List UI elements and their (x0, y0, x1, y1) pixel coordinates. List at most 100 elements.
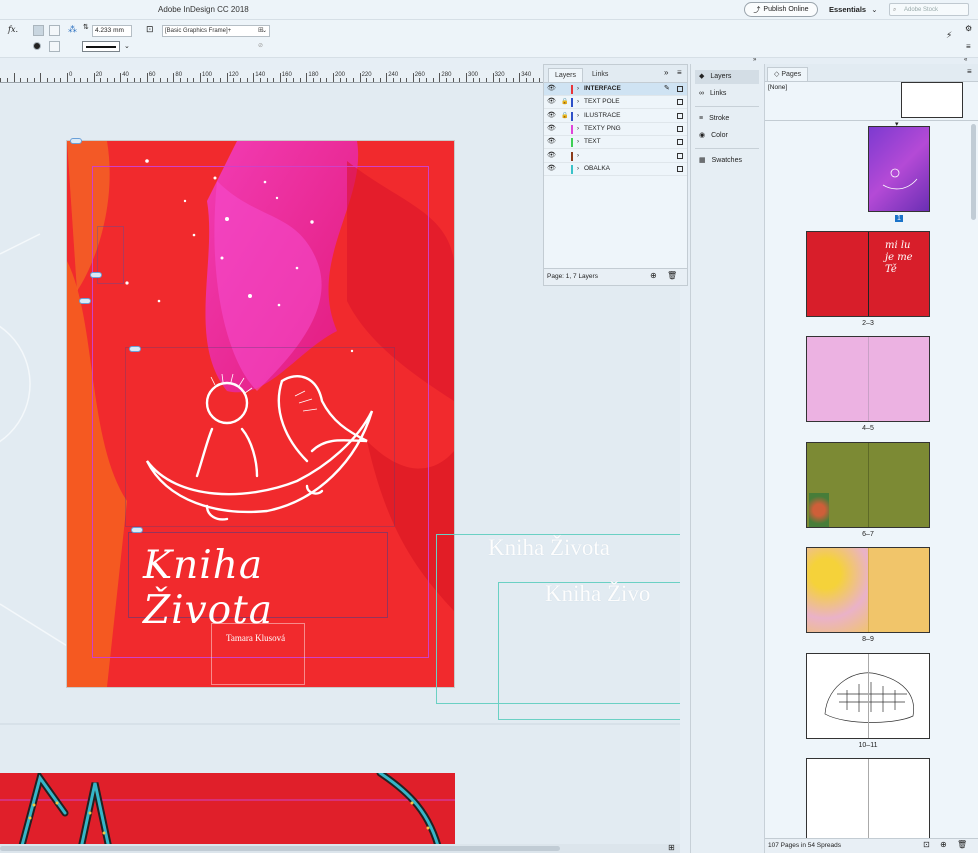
cover-title-frame[interactable]: Kniha Života (128, 532, 388, 633)
master-none-label[interactable]: [None] (768, 84, 787, 91)
master-thumbnail[interactable] (901, 82, 963, 118)
spread-thumbnail-12-13[interactable] (806, 758, 930, 838)
dock-item-stroke[interactable]: ≡ Stroke (695, 112, 759, 126)
cover-author-frame[interactable]: Tamara Klusová (211, 623, 305, 685)
expand-chevron-icon[interactable]: › (577, 123, 579, 135)
scroll-thumb[interactable] (971, 124, 976, 220)
spread-thumbnail-6-7[interactable] (806, 442, 930, 528)
chain-link-icon[interactable] (129, 346, 141, 352)
stroke-weight-field[interactable]: 4.233 mm (92, 25, 132, 37)
spread-label-2-3[interactable]: 2–3 (806, 320, 930, 327)
eye-icon[interactable]: 👁 (547, 150, 556, 162)
gear-icon[interactable]: ⚙ (965, 24, 972, 33)
spread-label-4-5[interactable]: 4–5 (806, 425, 930, 432)
spread-label-10-11[interactable]: 10–11 (806, 742, 930, 749)
object-style-select[interactable]: [Basic Graphics Frame]+ ⌄ (162, 25, 270, 37)
workspace-switcher[interactable]: Essentials ⌄ (829, 5, 878, 14)
chain-link-icon[interactable] (79, 298, 91, 304)
expand-chevron-icon[interactable]: › (577, 83, 579, 95)
eye-icon[interactable]: 👁 (547, 163, 556, 175)
collapse-panel-icon[interactable]: » (664, 68, 668, 77)
spread-thumbnail-4-5[interactable] (806, 336, 930, 422)
chain-link-icon[interactable] (131, 527, 143, 533)
spread-thumbnail-8-9[interactable] (806, 547, 930, 633)
spread-label-8-9[interactable]: 8–9 (806, 636, 930, 643)
lightning-icon[interactable]: ⚡ (946, 30, 952, 41)
eye-icon[interactable]: 👁 (547, 136, 556, 148)
layer-row[interactable]: 👁 › INTERFACE ✎ (544, 83, 687, 96)
stroke-type-select[interactable] (82, 41, 120, 52)
pasteboard-text-frame-2[interactable]: Kniha Živo (498, 581, 680, 720)
cover-page[interactable]: Kniha Života Tamara Klusová (67, 141, 454, 687)
tab-pages[interactable]: ◇ Pages (767, 67, 809, 81)
page-label-1[interactable]: 1 (895, 215, 903, 222)
layer-row[interactable]: 👁 › TEXTY PNG (544, 123, 687, 136)
horizontal-ruler[interactable]: 0 20 40 60 80 100 120 140 160 180 200 220 240 260 280 3… (0, 70, 545, 83)
style-clear-icon[interactable]: ⊘ (258, 42, 263, 49)
next-spread[interactable] (0, 773, 455, 853)
target-box[interactable] (677, 125, 683, 132)
collapse-dock-icon[interactable]: » (753, 57, 756, 63)
stroke-box[interactable] (49, 41, 60, 52)
dock-item-color[interactable]: ◉ Color (695, 129, 759, 143)
layer-row[interactable]: 👁 › (544, 150, 687, 163)
spread-thumbnail-2-3[interactable]: mi lu je me Tě (806, 231, 930, 317)
lock-icon[interactable]: 🔒 (561, 110, 568, 122)
spread-thumbnail-10-11[interactable] (806, 653, 930, 739)
dock-item-swatches[interactable]: ▦ Swatches (695, 154, 759, 168)
eye-icon[interactable]: 👁 (547, 110, 556, 122)
eye-icon[interactable]: 👁 (547, 123, 556, 135)
target-box[interactable] (677, 139, 683, 146)
layer-row[interactable]: 👁 🔒 › ILUSTRACE (544, 110, 687, 123)
align-center-button[interactable] (49, 25, 60, 36)
expand-chevron-icon[interactable]: › (577, 150, 579, 162)
dock-item-layers[interactable]: ◆ Layers (695, 70, 759, 84)
new-page-icon[interactable]: ⊕ (940, 840, 947, 849)
fx-icon[interactable]: fx. (8, 25, 18, 34)
target-box[interactable] (677, 165, 683, 172)
style-options-icon[interactable]: ⊞ (258, 26, 264, 34)
fill-box[interactable] (33, 42, 41, 50)
target-box[interactable] (677, 99, 683, 106)
eye-icon[interactable]: 👁 (547, 96, 556, 108)
expand-chevron-icon[interactable]: › (577, 96, 579, 108)
panel-menu-icon[interactable]: ≡ (677, 68, 682, 77)
trash-icon[interactable]: 🗑 (957, 840, 967, 849)
target-box[interactable] (677, 152, 683, 159)
tab-layers[interactable]: Layers (548, 68, 584, 82)
stepper-icon[interactable]: ⇅ (83, 23, 89, 31)
collapse-pages-icon[interactable]: « (964, 57, 967, 63)
trash-icon[interactable]: 🗑 (667, 271, 677, 280)
layer-row[interactable]: 👁 › OBALKA (544, 163, 687, 176)
page-size-icon[interactable]: ⊡ (923, 840, 930, 849)
expand-chevron-icon[interactable]: › (577, 136, 579, 148)
layer-row[interactable]: 👁 🔒 › TEXT POLE (544, 96, 687, 110)
chain-link-icon[interactable] (90, 272, 102, 278)
frame-icon[interactable]: ⊡ (146, 24, 154, 35)
expand-chevron-icon[interactable]: › (577, 110, 579, 122)
horizontal-scrollbar[interactable]: ⊞ (0, 843, 680, 853)
chevron-down-icon[interactable]: ⌄ (124, 42, 130, 50)
eye-icon[interactable]: 👁 (547, 83, 556, 95)
align-left-button[interactable] (33, 25, 44, 36)
target-box[interactable] (677, 86, 683, 92)
layer-row[interactable]: 👁 › TEXT (544, 136, 687, 150)
chain-link-icon[interactable] (70, 138, 82, 144)
expand-chevron-icon[interactable]: › (577, 163, 579, 175)
stock-search-input[interactable]: ⌕ Adobe Stock (889, 3, 969, 16)
panel-menu-icon[interactable]: ≡ (967, 67, 972, 76)
new-layer-icon[interactable]: ⊕ (650, 271, 657, 280)
dock-item-links[interactable]: ∞ Links (695, 87, 759, 101)
page-thumbnail-1[interactable] (868, 126, 930, 212)
publish-online-button[interactable]: ⤴ Publish Online (744, 2, 818, 17)
pages-scrollbar[interactable] (970, 122, 977, 827)
tab-links[interactable]: Links (586, 68, 614, 82)
control-menu-icon[interactable]: ≡ (966, 42, 971, 51)
spread-label-6-7[interactable]: 6–7 (806, 531, 930, 538)
image-frame[interactable] (125, 347, 395, 527)
view-options-icon[interactable]: ⊞ (668, 843, 675, 852)
target-box[interactable] (677, 112, 683, 119)
reference-point-icon[interactable]: ⁂ (68, 24, 77, 35)
lock-icon[interactable]: 🔒 (561, 96, 568, 108)
scroll-thumb[interactable] (0, 846, 560, 851)
